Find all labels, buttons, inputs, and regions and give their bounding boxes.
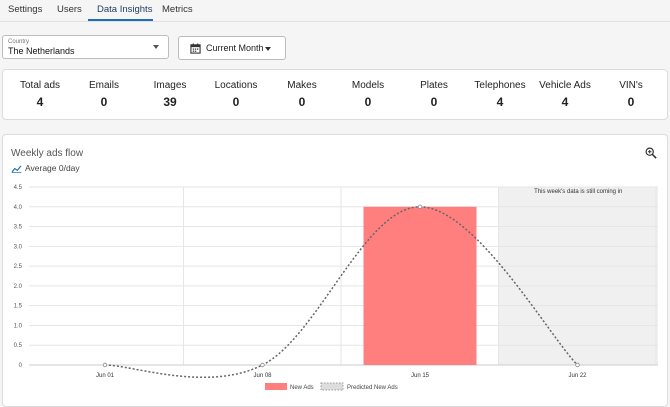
predicted-point: [102, 362, 108, 368]
tab-settings[interactable]: Settings: [8, 4, 42, 15]
legend-swatch-predicted: [320, 382, 344, 391]
caret-down-icon: [265, 47, 271, 51]
x-tick-label: Jun 01: [96, 373, 115, 379]
stat-label: Models: [351, 80, 385, 91]
y-tick-label: 1.0: [14, 323, 23, 329]
y-tick-label: 4.5: [14, 185, 23, 191]
bar-new-ads: [363, 206, 477, 365]
stat-label: Locations: [214, 80, 258, 91]
y-tick-label: 2.0: [14, 284, 23, 290]
tab-metrics[interactable]: Metrics: [162, 4, 193, 15]
stat-value: 4: [36, 95, 44, 109]
stat-label: Emails: [88, 80, 119, 91]
legend-label-predicted: Predicted New Ads: [347, 385, 398, 391]
stats-card: Total ads 4 Emails 0 Images 39 Locations…: [2, 69, 668, 120]
current-week-shaded-region: [498, 187, 658, 365]
stat-telephones: Telephones 4: [465, 80, 535, 109]
stat-label: Images: [153, 80, 187, 91]
predicted-point: [260, 362, 265, 368]
predicted-point: [417, 204, 423, 209]
calendar-icon: [190, 43, 201, 54]
stat-value: 39: [163, 95, 177, 109]
stat-vehicle-ads: Vehicle Ads 4: [530, 80, 600, 109]
stat-label: Makes: [287, 80, 317, 91]
stat-label: Telephones: [474, 80, 526, 91]
legend-label-new-ads: New Ads: [290, 385, 314, 391]
stat-vins: VIN's 0: [596, 80, 666, 109]
legend-swatch-new-ads: [265, 383, 287, 390]
stat-label: VIN's: [619, 80, 643, 91]
stat-label: Vehicle Ads: [539, 80, 591, 91]
stat-models: Models 0: [333, 80, 403, 109]
stat-value: 0: [430, 95, 438, 109]
period-select-label: Current Month: [206, 43, 264, 53]
stat-value: 4: [561, 95, 569, 109]
y-tick-label: 1.5: [14, 304, 23, 310]
country-select[interactable]: Country The Netherlands: [2, 35, 169, 59]
stat-plates: Plates 0: [399, 80, 469, 109]
stat-total-ads: Total ads 4: [5, 80, 75, 109]
weekly-ads-chart-card: Weekly ads flow Average 0/day This week'…: [2, 134, 668, 407]
y-tick-label: 3.5: [14, 225, 23, 231]
y-tick-label: 2.5: [14, 264, 23, 270]
y-tick-label: 3.0: [14, 244, 23, 250]
stat-images: Images 39: [135, 80, 205, 109]
stat-value: 0: [364, 95, 372, 109]
x-tick-label: Jun 15: [411, 373, 430, 379]
predicted-point: [575, 362, 580, 368]
stat-value: 4: [496, 95, 504, 109]
stat-value: 0: [627, 95, 635, 109]
stat-label: Plates: [420, 80, 448, 91]
stat-value: 0: [298, 95, 306, 109]
tabs-divider: [0, 21, 670, 22]
y-tick-label: 0: [19, 363, 23, 369]
period-select-button[interactable]: Current Month: [178, 36, 286, 60]
tab-users[interactable]: Users: [57, 4, 82, 15]
y-tick-label: 4.0: [14, 205, 23, 211]
country-field-value: The Netherlands: [8, 46, 75, 56]
stat-value: 0: [232, 95, 240, 109]
x-tick-label: Jun 22: [568, 373, 587, 379]
tab-bar: Settings Users Data Insights Metrics: [0, 0, 670, 22]
stat-makes: Makes 0: [267, 80, 337, 109]
stat-value: 0: [100, 95, 108, 109]
stat-emails: Emails 0: [69, 80, 139, 109]
x-tick-label: Jun 08: [253, 373, 272, 379]
country-field-label: Country: [8, 39, 30, 45]
weekly-ads-chart: This week's data is still coming in 0 0.5 1…: [14, 185, 658, 391]
stat-label: Total ads: [19, 80, 61, 91]
current-week-annotation: This week's data is still coming in: [534, 189, 622, 195]
tab-data-insights[interactable]: Data Insights: [97, 4, 152, 15]
stat-locations: Locations 0: [201, 80, 271, 109]
y-tick-label: 0.5: [14, 343, 23, 349]
chevron-down-icon: [153, 45, 159, 49]
